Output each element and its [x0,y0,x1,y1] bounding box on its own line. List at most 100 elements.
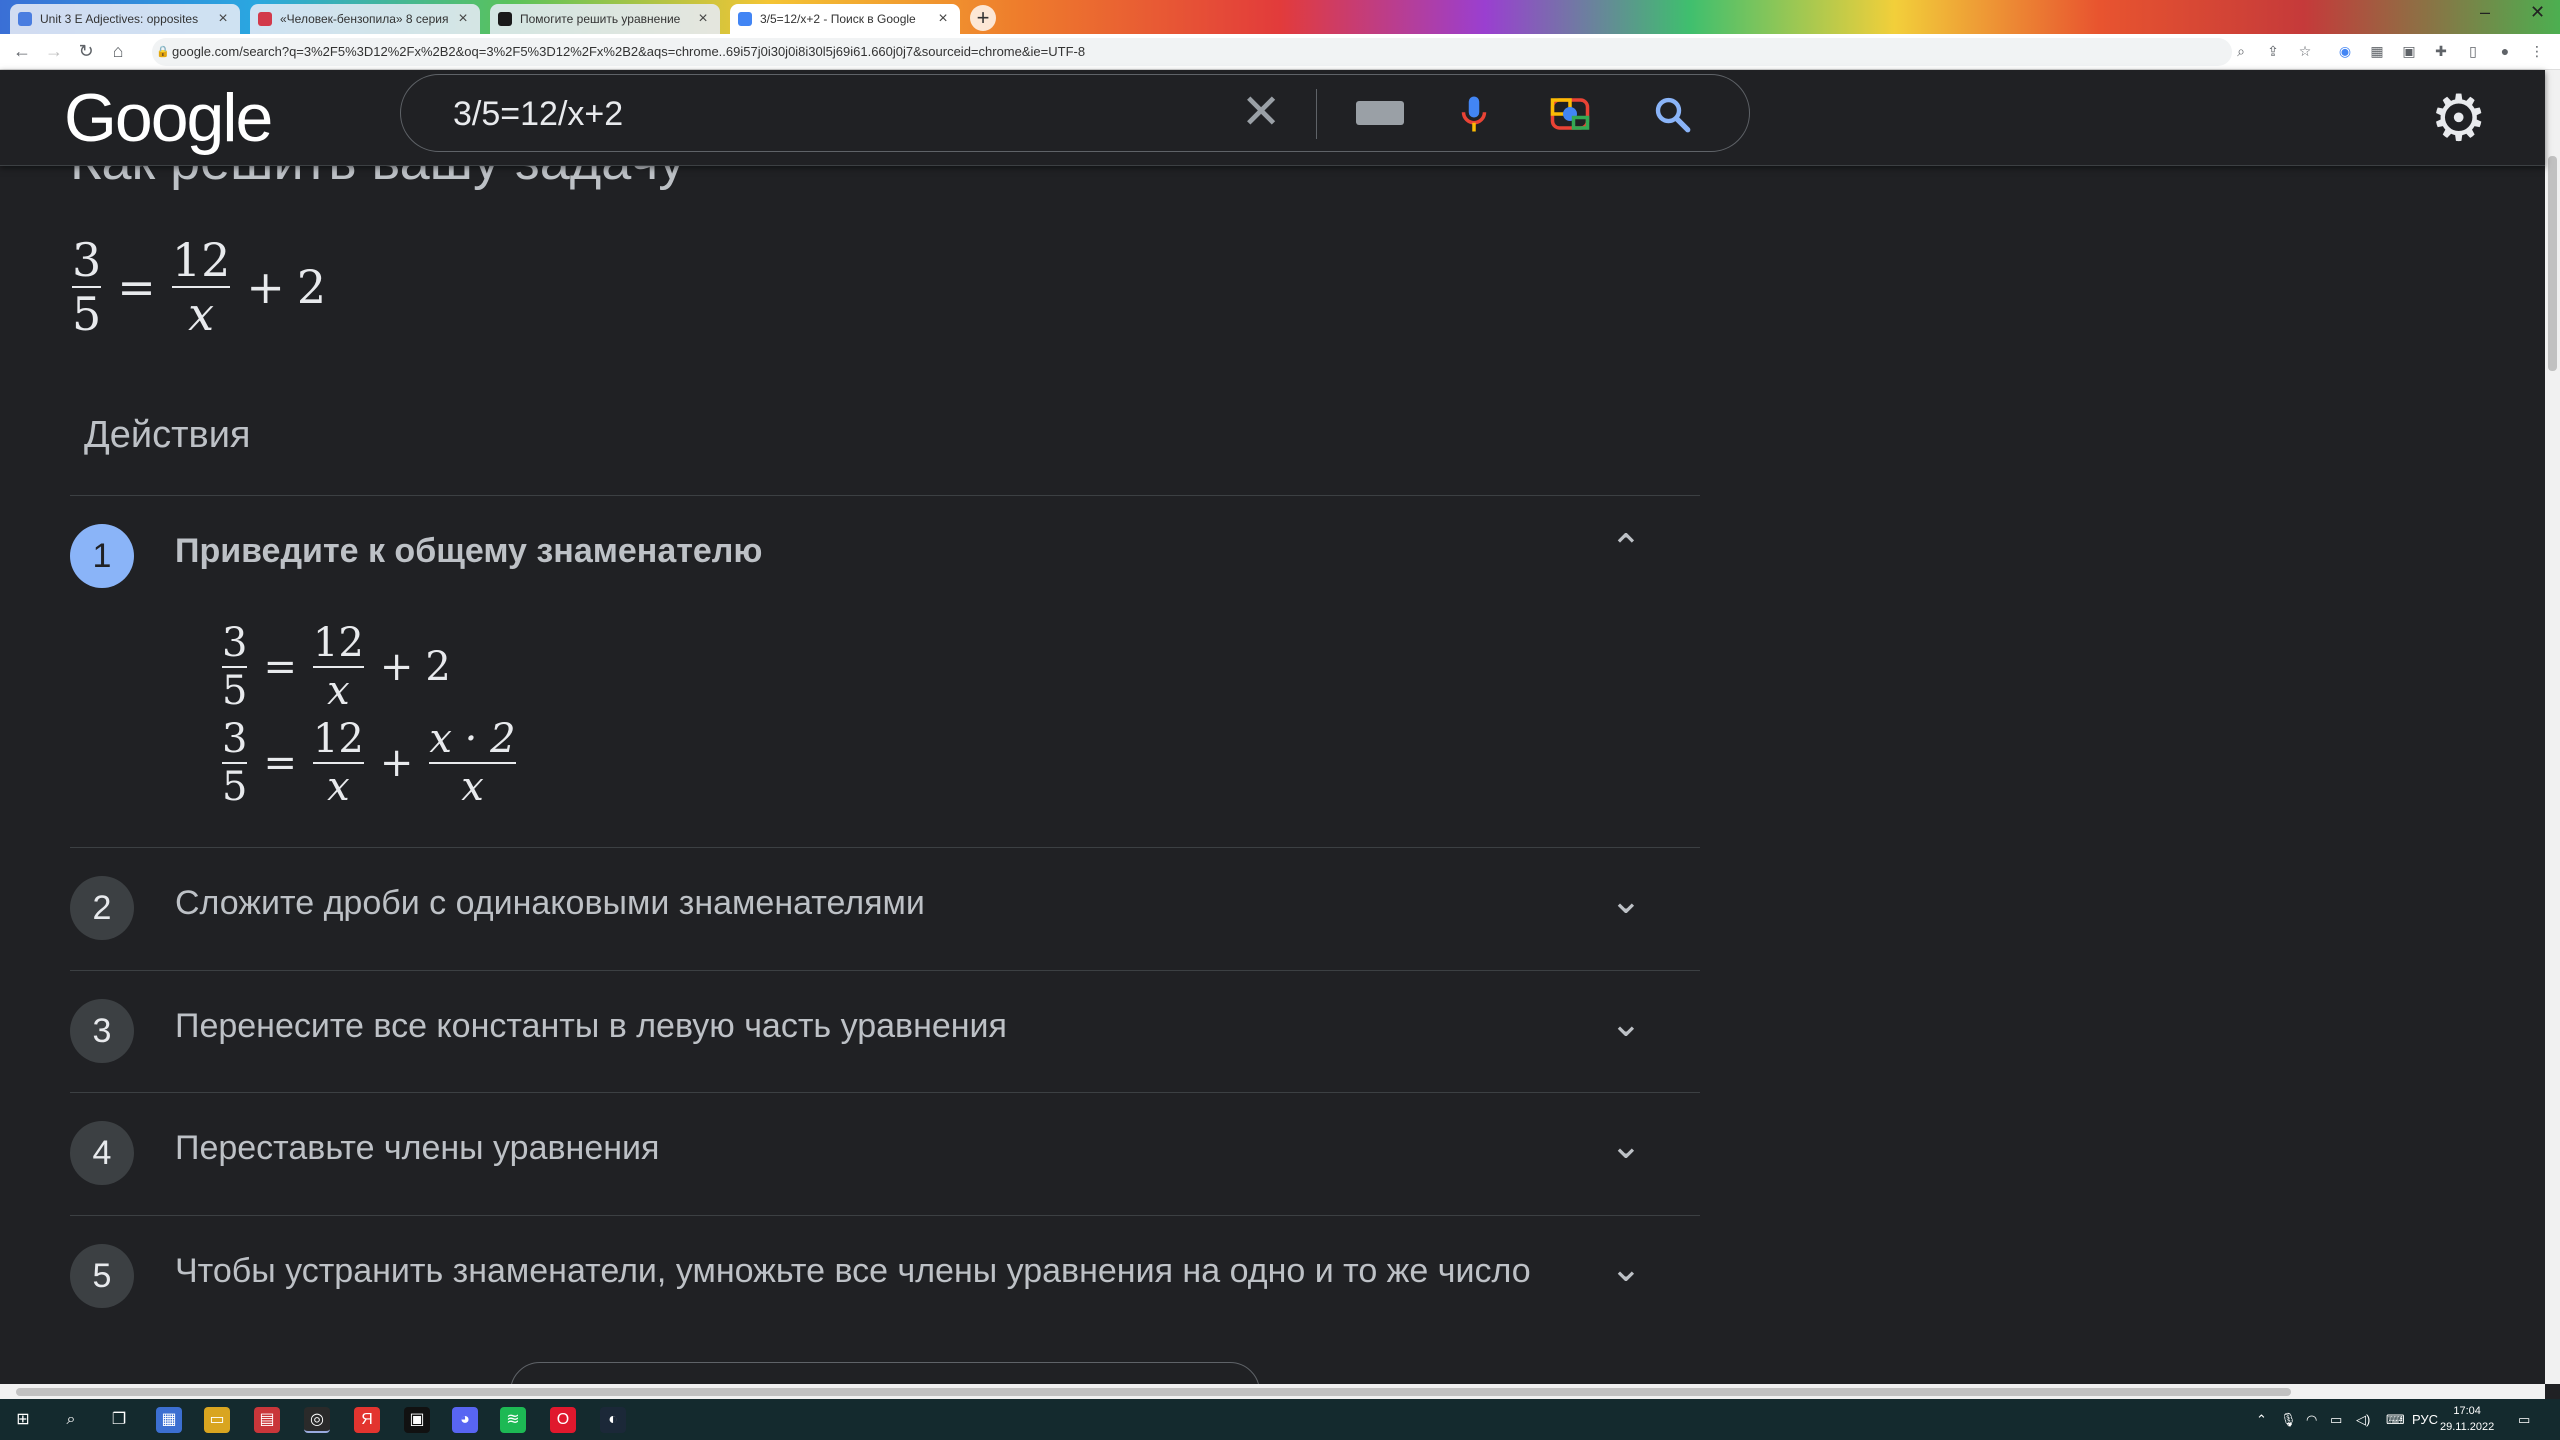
chevron-down-icon[interactable]: ⌄ [1610,1001,1642,1046]
opera-icon[interactable]: O [550,1407,576,1433]
file-explorer-icon[interactable]: ▭ [204,1407,230,1433]
step1-equation-line1: 3 5 = 12 x + 2 [218,622,451,712]
minimize-icon[interactable]: – [2480,2,2490,23]
spotify-icon[interactable]: ≋ [500,1407,526,1433]
chevron-up-icon[interactable]: ⌃ [1610,526,1642,571]
clear-search-icon[interactable]: ✕ [1241,85,1281,141]
settings-gear-icon[interactable]: ⚙ [2430,70,2487,166]
yandex-browser-icon[interactable]: Я [354,1407,380,1433]
vertical-scrollbar[interactable] [2545,70,2560,1384]
profile-avatar-icon[interactable]: ● [2496,42,2514,60]
search-box[interactable]: 3/5=12/x+2 ✕ [400,74,1750,152]
search-input[interactable]: 3/5=12/x+2 [453,75,623,153]
tab-label: «Человек-бензопила» 8 серия [280,12,449,26]
chevron-down-icon[interactable]: ⌄ [1610,1246,1642,1291]
denominator: 5 [222,764,248,810]
camera-lens-icon[interactable] [1549,93,1591,135]
jetbrains-icon[interactable]: ▣ [404,1407,430,1433]
chevron-down-icon[interactable]: ⌄ [1610,878,1642,923]
tab-unit3[interactable]: Unit 3 E Adjectives: opposites × [10,4,240,34]
tab-label: Помогите решить уравнение [520,12,681,26]
extensions-puzzle-icon[interactable]: ✚ [2432,42,2450,60]
extension-icon[interactable]: ▦ [2368,42,2386,60]
extension-icon[interactable]: ▣ [2400,42,2418,60]
menu-kebab-icon[interactable]: ⋮ [2528,42,2546,60]
window-close-icon[interactable]: ✕ [2530,2,2545,23]
forward-arrow-icon[interactable]: → [42,41,66,62]
tab-chainsaw-man[interactable]: «Человек-бензопила» 8 серия × [250,4,480,34]
numerator: x · 2 [429,716,516,762]
search-icon[interactable]: ⌕ [58,1407,84,1433]
horizontal-scrollbar[interactable] [0,1384,2545,1399]
numerator: 3 [222,716,248,762]
search-icon[interactable] [1651,93,1693,135]
task-view-icon[interactable]: ❐ [106,1407,132,1433]
scrollbar-thumb[interactable] [16,1388,2291,1396]
step-1[interactable]: 1 Приведите к общему знаменателю ⌃ [70,496,1700,616]
equals-sign: = [263,644,297,690]
volume-icon[interactable]: ◁) [2356,1399,2370,1440]
new-tab-button[interactable]: + [970,5,996,31]
step-3[interactable]: 3 Перенесите все константы в левую часть… [70,971,1700,1091]
tab-label: Unit 3 E Adjectives: opposites [40,12,199,26]
mic-tray-icon[interactable]: 🎙 [2280,1399,2297,1440]
bookmark-star-icon[interactable]: ☆ [2296,42,2314,60]
app-icon[interactable]: ▤ [254,1407,280,1433]
url-field[interactable]: 🔒 google.com/search?q=3%2F5%3D12%2Fx%2B2… [152,38,2232,66]
side-panel-icon[interactable]: ▯ [2464,42,2482,60]
fraction: 3 5 [222,620,248,714]
windows-start-icon[interactable]: ⊞ [10,1407,36,1433]
keyboard-tray-icon[interactable]: ⌨ [2386,1399,2405,1440]
step-2[interactable]: 2 Сложите дроби с одинаковыми знаменател… [70,848,1700,968]
step-5[interactable]: 5 Чтобы устранить знаменатели, умножьте … [70,1216,1700,1336]
share-icon[interactable]: ⇪ [2264,42,2282,60]
denominator: x [327,668,350,714]
zoom-icon[interactable]: ⌕ [2232,42,2250,60]
fraction: 3 5 [72,236,102,339]
denominator: 5 [222,668,248,714]
tab-help-equation[interactable]: Помогите решить уравнение × [490,4,720,34]
tab-favicon-icon [258,12,272,26]
plus-sign: + [379,740,414,786]
keyboard-icon[interactable] [1356,101,1404,125]
microphone-icon[interactable] [1453,93,1495,135]
chevron-down-icon[interactable]: ⌄ [1610,1123,1642,1168]
home-icon[interactable]: ⌂ [106,41,130,62]
step-label: Приведите к общему знаменателю [175,532,763,570]
calendar-app-icon[interactable]: ▦ [156,1407,182,1433]
clock[interactable]: 17:04 29.11.2022 [2440,1403,2494,1435]
tray-chevron-icon[interactable]: ⌃ [2256,1399,2267,1440]
fraction: x · 2 x [429,716,516,808]
step-number-badge: 5 [70,1244,134,1308]
steam-icon[interactable]: ◐ [600,1407,626,1433]
step-4[interactable]: 4 Переставьте члены уравнения ⌄ [70,1093,1700,1213]
step-number-badge: 2 [70,876,134,940]
tab-close-icon[interactable]: × [694,10,712,28]
discord-icon[interactable]: ◕ [452,1407,478,1433]
scrollbar-thumb[interactable] [2548,156,2557,371]
tab-close-icon[interactable]: × [214,10,232,28]
wifi-icon[interactable]: ◠ [2306,1399,2317,1440]
more-button-outline[interactable] [510,1362,1260,1384]
battery-icon[interactable]: ▭ [2330,1399,2342,1440]
solver-panel: Как решить вашу задачу 3 5 = 12 x + 2 Де… [0,166,2545,1384]
tab-google-search[interactable]: 3/5=12/x+2 - Поиск в Google × [730,4,960,34]
step-label: Чтобы устранить знаменатели, умножьте вс… [175,1252,1531,1290]
google-logo[interactable]: Google [64,70,273,166]
extension-icon[interactable]: ◉ [2336,42,2354,60]
constant: 2 [425,644,451,690]
tab-close-icon[interactable]: × [454,10,472,28]
step-number-badge: 3 [70,999,134,1063]
step1-equation-line2: 3 5 = 12 x + x · 2 x [218,718,520,808]
notifications-icon[interactable]: ▭ [2518,1399,2530,1440]
lock-icon: 🔒 [156,46,170,58]
denominator: x [188,287,215,342]
tab-favicon-icon [18,12,32,26]
language-indicator[interactable]: РУС [2412,1399,2438,1440]
solver-title: Как решить вашу задачу [70,166,685,192]
numerator: 3 [222,620,248,666]
chrome-icon[interactable]: ◎ [304,1407,330,1433]
tab-close-icon[interactable]: × [934,10,952,28]
reload-icon[interactable]: ↻ [74,41,98,62]
back-arrow-icon[interactable]: ← [10,41,34,62]
